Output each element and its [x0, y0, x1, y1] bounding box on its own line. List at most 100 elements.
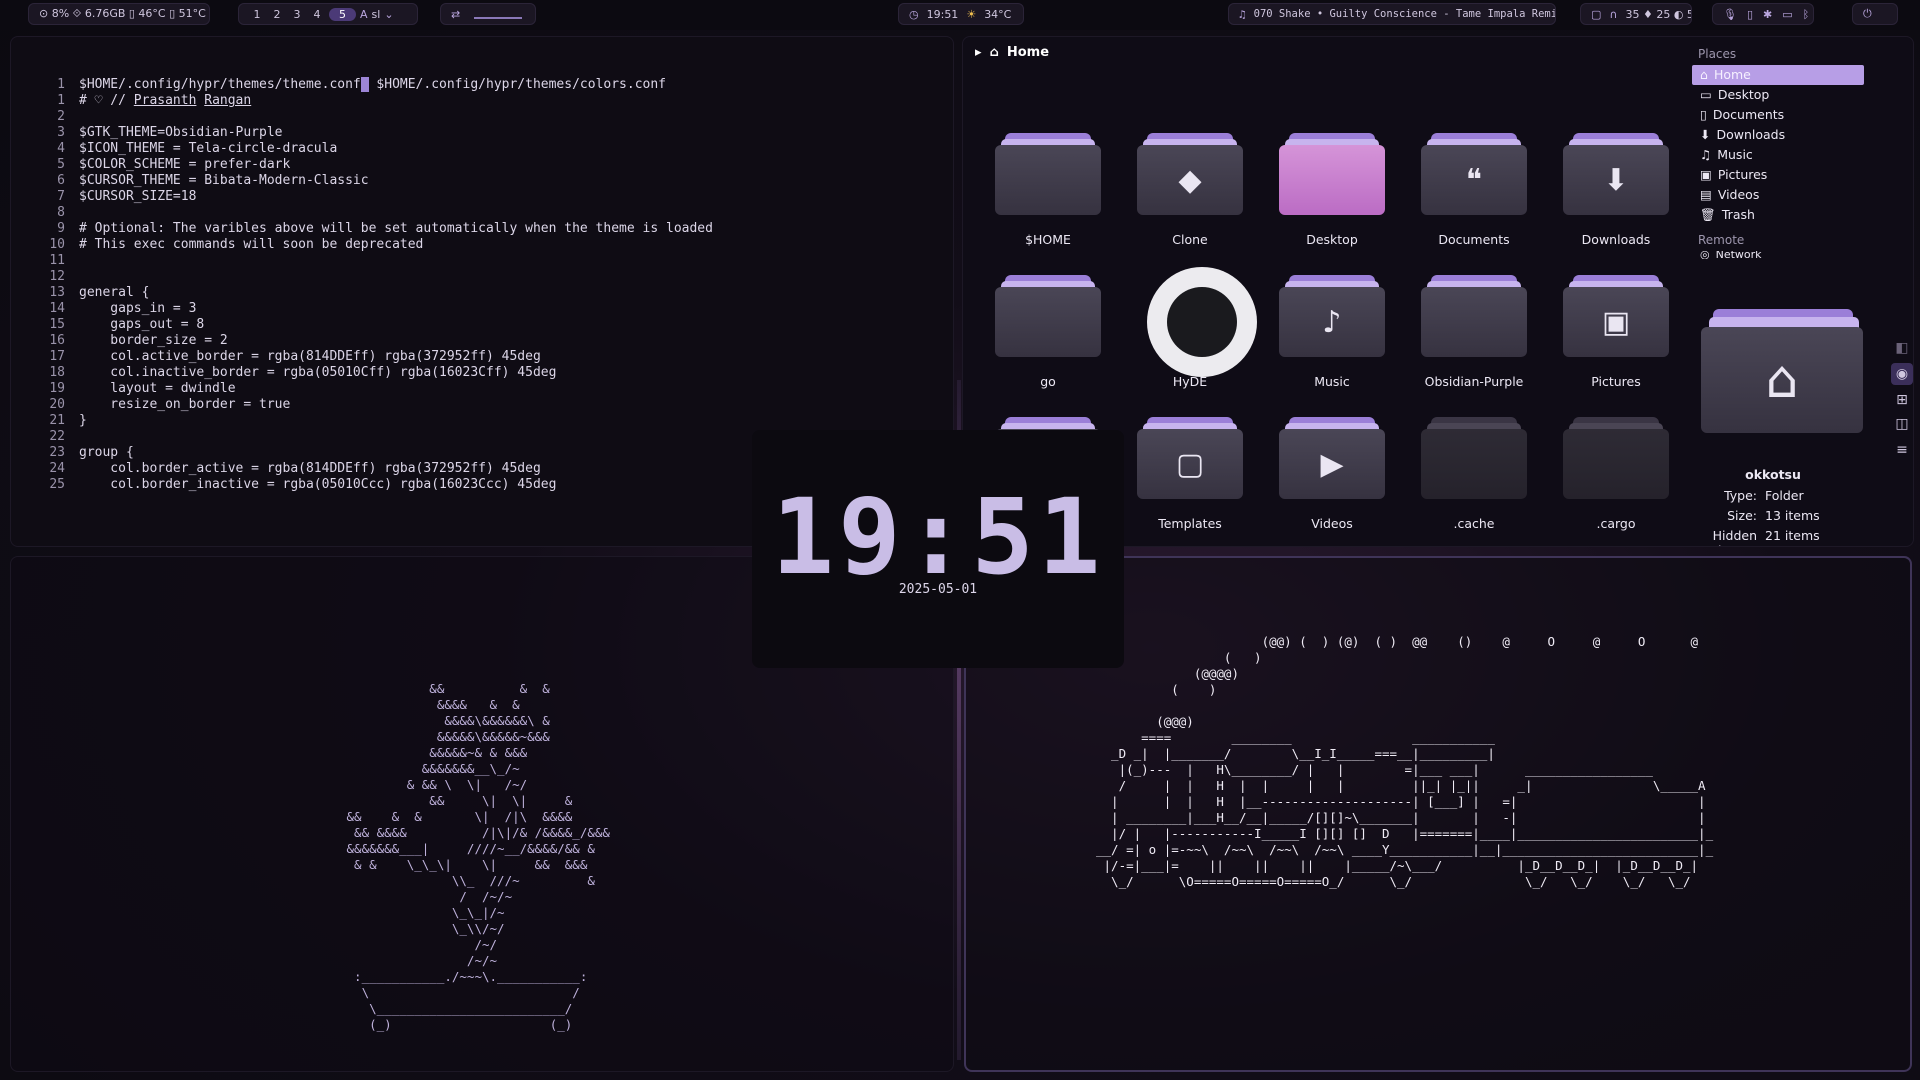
file-item[interactable]: go — [975, 275, 1105, 405]
file-item[interactable]: Desktop — [1259, 133, 1389, 263]
workspace-5[interactable]: 5 — [329, 7, 356, 21]
file-item[interactable]: HyDE — [1117, 267, 1257, 405]
trash-icon: 🗑 — [1700, 207, 1716, 222]
split-view-icon[interactable]: ◫ — [1891, 413, 1913, 435]
system-stats-text: ⊙ 8% ⟐ 6.76GB ▯ 46°C ▯ 51°C — [39, 7, 206, 20]
breadcrumb-home[interactable]: Home — [1007, 45, 1049, 60]
workspace-4[interactable]: 4 — [309, 8, 325, 21]
selected-name: okkotsu — [1745, 467, 1801, 482]
tray-icons: 🎙 ▯ ✱ ▭ ᛒ — [1712, 3, 1814, 25]
clock-weather[interactable]: ◷ 19:51 ☀ 34°C — [898, 3, 1024, 25]
github-icon — [1147, 267, 1257, 377]
code-line[interactable]: 17 col.active_border = rgba(814DDEff) rg… — [37, 349, 713, 365]
sidebar-item-home[interactable]: ⌂ Home — [1692, 65, 1864, 85]
author-link[interactable]: Rangan — [204, 93, 251, 108]
line-text: $ICON_THEME = Tela-circle-dracula — [79, 141, 338, 156]
code-line[interactable]: 9 # Optional: The varibles above will be … — [37, 221, 713, 237]
sidebar-item-network[interactable]: ◎ Network — [1692, 251, 1877, 259]
chevron-right-icon[interactable]: ▸ — [975, 45, 982, 60]
file-item[interactable]: ◆ Clone — [1117, 133, 1247, 263]
code-line[interactable]: 3 $GTK_THEME=Obsidian-Purple — [37, 125, 713, 141]
places-header: Places — [1698, 47, 1737, 61]
code-line[interactable]: 25 col.border_inactive = rgba(05010Ccc) … — [37, 477, 713, 493]
code-line[interactable]: 21} — [37, 413, 713, 429]
code-line[interactable]: 8 — [37, 205, 713, 221]
code-line[interactable]: 20 resize_on_border = true — [37, 397, 713, 413]
line-text: # Optional: The varibles above will be s… — [79, 221, 713, 236]
microphone-icon[interactable]: 🎙 — [1723, 8, 1737, 21]
line-number: 24 — [49, 461, 65, 476]
menu-icon[interactable]: ≡ — [1891, 439, 1913, 461]
line-number: 17 — [49, 349, 65, 364]
code-line[interactable]: 1 $HOME/.config/hypr/themes/theme.conf $H… — [37, 77, 713, 93]
line-number: 19 — [49, 381, 65, 396]
file-name: Pictures — [1591, 374, 1641, 389]
code-line[interactable]: 6 $CURSOR_THEME = Bibata-Modern-Classic — [37, 173, 713, 189]
sidebar-item-documents[interactable]: ▯ Documents — [1692, 105, 1877, 125]
sidebar-item-label: Trash — [1721, 207, 1755, 222]
window-icon: ▢ — [1591, 7, 1602, 21]
keyboard-layout-icon: A — [360, 7, 368, 21]
line-number: 7 — [57, 189, 65, 204]
file-name: Music — [1314, 374, 1350, 389]
code-line[interactable]: 2 — [37, 109, 713, 125]
sidebar-item-trash[interactable]: 🗑 Trash — [1692, 205, 1877, 225]
desktop-icon: ▭ — [1700, 87, 1712, 102]
line-number: 13 — [49, 285, 65, 300]
code-line[interactable]: 5 $COLOR_SCHEME = prefer-dark — [37, 157, 713, 173]
media-player[interactable]: ♫ 070 Shake • Guilty Conscience - Tame I… — [1228, 3, 1556, 25]
eye-icon[interactable]: ◉ — [1891, 363, 1913, 385]
file-item[interactable]: ❝ Documents — [1401, 133, 1531, 263]
sidebar-item-desktop[interactable]: ▭ Desktop — [1692, 85, 1877, 105]
bluetooth-icon[interactable]: ᛒ — [1803, 8, 1810, 21]
file-item[interactable]: $HOME — [975, 133, 1105, 263]
code-line[interactable]: 14 gaps_in = 3 — [37, 301, 713, 317]
sidebar-item-pictures[interactable]: ▣ Pictures — [1692, 165, 1877, 185]
code-line[interactable]: 23 group { — [37, 445, 713, 461]
sidebar-item-music[interactable]: ♫ Music — [1692, 145, 1877, 165]
file-item[interactable]: ▶ Videos — [1259, 417, 1389, 546]
code-line[interactable]: 11 — [37, 253, 713, 269]
workspace-2[interactable]: 2 — [269, 8, 285, 21]
network-graph[interactable]: ⇄ — [440, 3, 536, 25]
sidebar-item-downloads[interactable]: ⬇ Downloads — [1692, 125, 1877, 145]
power-menu[interactable]: ⏻ — [1852, 3, 1898, 25]
new-folder-icon[interactable]: ⊞ — [1891, 389, 1913, 411]
code-line[interactable]: 16 border_size = 2 — [37, 333, 713, 349]
code-line[interactable]: 10 # This exec commands will soon be depr… — [37, 237, 713, 253]
file-item[interactable]: Obsidian-Purple — [1401, 275, 1531, 405]
line-number: 11 — [49, 253, 65, 268]
code-line[interactable]: 1 # ♡ // Prasanth Rangan — [37, 93, 713, 109]
keyboard-layout[interactable]: sl — [372, 8, 381, 21]
code-line[interactable]: 19 layout = dwindle — [37, 381, 713, 397]
phone-icon[interactable]: ▯ — [1747, 8, 1753, 21]
line-number: 8 — [57, 205, 65, 220]
code-line[interactable]: 13 general { — [37, 285, 713, 301]
file-item[interactable]: .cargo — [1543, 417, 1673, 546]
code-line[interactable]: 7 $CURSOR_SIZE=18 — [37, 189, 713, 205]
music-note-icon: ♫ — [1239, 7, 1246, 21]
code-line[interactable]: 24 col.border_active = rgba(814DDEff) rg… — [37, 461, 713, 477]
code-buffer[interactable]: 1 $HOME/.config/hypr/themes/theme.conf $H… — [37, 77, 713, 493]
file-item[interactable]: ⬇ Downloads — [1543, 133, 1673, 263]
file-item[interactable]: .cache — [1401, 417, 1531, 546]
file-item[interactable]: ▢ Templates — [1117, 417, 1247, 546]
slack-icon[interactable]: ✱ — [1763, 8, 1772, 21]
author-link[interactable]: Prasanth — [134, 93, 197, 108]
line-text: $CURSOR_THEME = Bibata-Modern-Classic — [79, 173, 369, 188]
line-text: gaps_in = 3 — [79, 301, 197, 316]
tray-stats[interactable]: ▢ ∩ 35 ♦ 25 ◐ 53 — [1580, 3, 1692, 25]
code-line[interactable]: 4 $ICON_THEME = Tela-circle-dracula — [37, 141, 713, 157]
code-line[interactable]: 18 col.inactive_border = rgba(05010Cff) … — [37, 365, 713, 381]
code-line[interactable]: 15 gaps_out = 8 — [37, 317, 713, 333]
workspace-1[interactable]: 1 — [249, 8, 265, 21]
sidebar-item-videos[interactable]: ▤ Videos — [1692, 185, 1877, 205]
display-icon[interactable]: ▭ — [1782, 8, 1792, 21]
toggle-panel-icon[interactable]: ◧ — [1891, 337, 1913, 359]
workspace-3[interactable]: 3 — [289, 8, 305, 21]
system-stats[interactable]: ⊙ 8% ⟐ 6.76GB ▯ 46°C ▯ 51°C — [28, 3, 210, 25]
code-line[interactable]: 12 — [37, 269, 713, 285]
file-item[interactable]: ♪ Music — [1259, 275, 1389, 405]
code-line[interactable]: 22 — [37, 429, 713, 445]
file-item[interactable]: ▣ Pictures — [1543, 275, 1673, 405]
